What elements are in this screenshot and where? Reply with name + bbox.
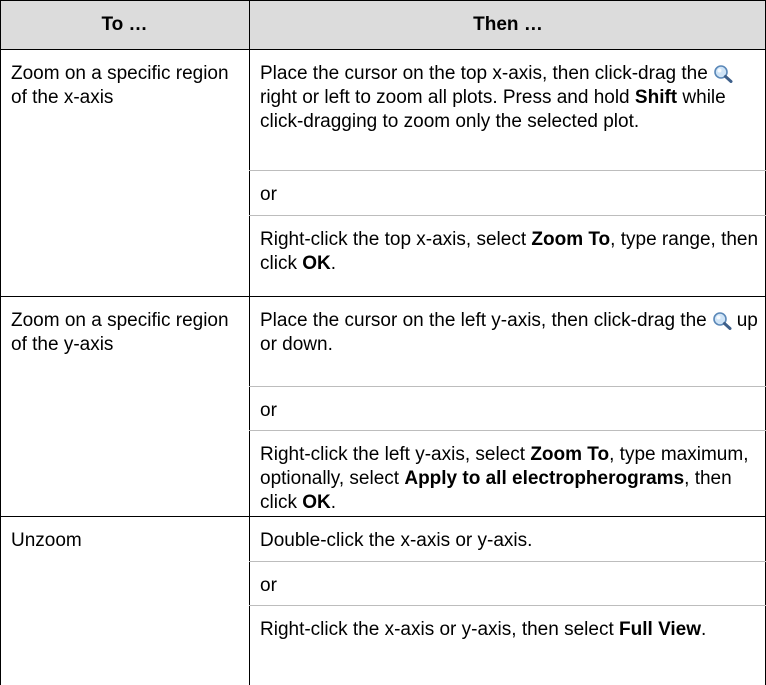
zoom-to-label: Zoom To <box>531 229 611 250</box>
row-2-text-a: Place the cursor on the left y-axis, the… <box>260 310 707 331</box>
row-2-or: or <box>260 400 277 421</box>
header-then: Then … <box>250 0 766 49</box>
shift-key-label: Shift <box>634 87 678 108</box>
cell-separator <box>249 430 766 431</box>
cell-separator <box>249 215 766 216</box>
row-1-then-step: Place the cursor on the top x-axis, then… <box>260 62 760 134</box>
row-1-then-alt: Right-click the top x-axis, select Zoom … <box>260 228 760 276</box>
row-3-alt-a: Right-click the x-axis or y-axis, then s… <box>260 619 614 640</box>
table-border-top <box>0 0 766 1</box>
full-view-label: Full View <box>619 619 702 640</box>
header-divider <box>0 49 766 50</box>
row-3-or: or <box>260 575 277 596</box>
row-2-alt-a: Right-click the left y-axis, select <box>260 444 526 465</box>
row-3-then-step: Double-click the x-axis or y-axis. <box>260 530 533 551</box>
row-2-then-step: Place the cursor on the left y-axis, the… <box>260 309 760 357</box>
row-3-then-alt: Right-click the x-axis or y-axis, then s… <box>260 618 760 642</box>
cell-separator <box>249 561 766 562</box>
header-to: To … <box>0 0 249 49</box>
row-2-to: Zoom on a specific region of the y-axis <box>11 310 229 355</box>
row-divider-1 <box>0 296 766 297</box>
row-1-or: or <box>260 184 277 205</box>
column-divider <box>249 0 250 685</box>
row-1-alt-a: Right-click the top x-axis, select <box>260 229 527 250</box>
zoom-to-label: Zoom To <box>530 444 610 465</box>
row-3-to: Unzoom <box>11 530 82 551</box>
row-1-to: Zoom on a specific region of the x-axis <box>11 63 229 108</box>
period: . <box>330 253 337 274</box>
apply-to-all-label: Apply to all electropherograms <box>404 468 685 489</box>
row-1-text-b: right or left to zoom all plots. Press a… <box>260 87 630 108</box>
magnifier-icon <box>712 63 734 83</box>
magnifier-icon <box>711 310 733 330</box>
header-to-label: To … <box>101 13 148 35</box>
cell-separator <box>249 605 766 606</box>
ok-label: OK <box>302 492 331 513</box>
period: . <box>330 492 337 513</box>
ok-label: OK <box>302 253 331 274</box>
header-then-label: Then … <box>473 13 543 35</box>
row-2-then-alt: Right-click the left y-axis, select Zoom… <box>260 443 760 515</box>
period: . <box>701 619 707 640</box>
table-border-left <box>0 0 1 685</box>
cell-separator <box>249 386 766 387</box>
row-1-text-a: Place the cursor on the top x-axis, then… <box>260 63 708 84</box>
row-divider-2 <box>0 516 766 517</box>
cell-separator <box>249 170 766 171</box>
